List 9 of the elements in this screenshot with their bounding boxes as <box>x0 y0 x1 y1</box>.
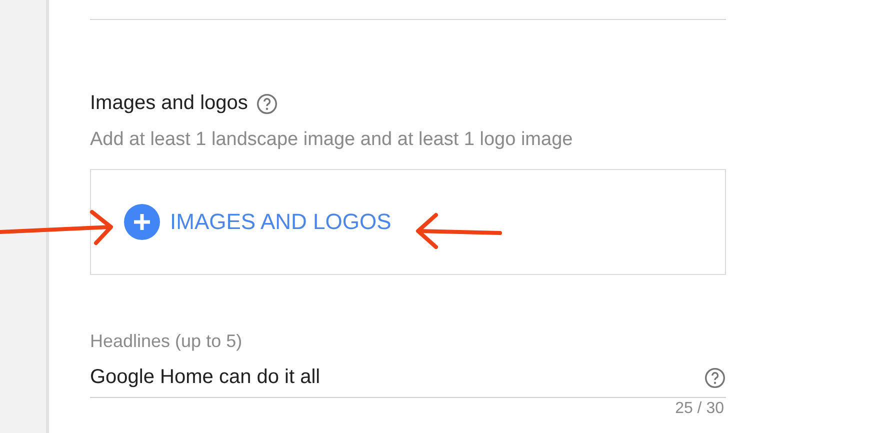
help-icon[interactable] <box>704 366 726 388</box>
field-label: Headlines (up to 5) <box>90 331 244 352</box>
headline-field[interactable]: Google Home can do it all <box>90 366 704 389</box>
section-description: Add at least 1 landscape image and at least 1 logo image <box>90 129 574 151</box>
section-title: Images and logos <box>90 92 248 115</box>
character-counter: 25 / 30 <box>675 400 724 418</box>
plus-icon <box>124 204 160 240</box>
add-images-button[interactable]: IMAGES AND LOGOS <box>124 204 392 240</box>
help-icon[interactable] <box>256 92 278 114</box>
